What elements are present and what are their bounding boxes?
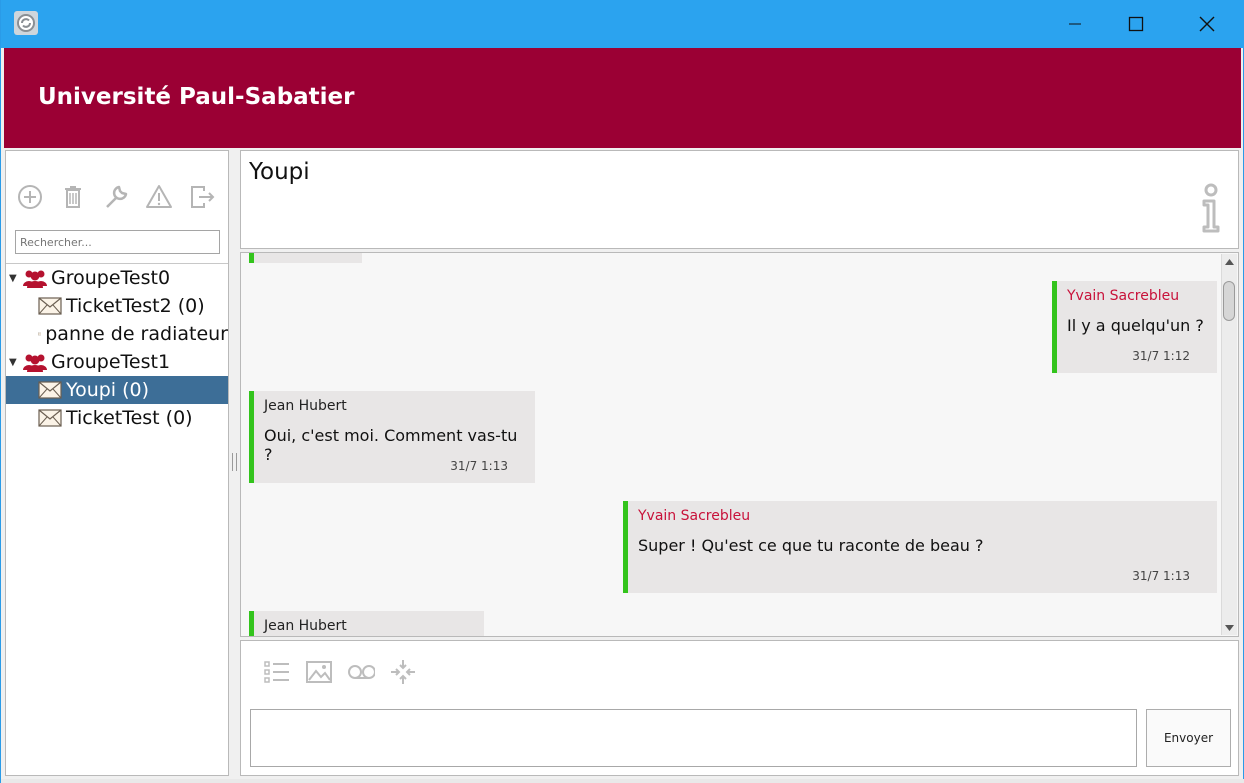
message-bubble-own: Yvain Sacrebleu Il y a quelqu'un ? 31/7 …: [1052, 281, 1217, 373]
message-composer: Envoyer: [240, 640, 1239, 776]
close-icon: [1199, 16, 1215, 32]
scroll-down-button[interactable]: [1222, 620, 1237, 635]
message-scrollbar[interactable]: [1221, 254, 1237, 635]
pane-splitter[interactable]: [229, 150, 239, 776]
trash-icon: [65, 186, 81, 208]
ticket-sidebar: ▼ GroupeTest0 TicketTest2 (0) panne de r…: [5, 150, 229, 776]
minimize-icon: [1069, 23, 1081, 25]
info-icon[interactable]: [1198, 183, 1224, 233]
voicemail-icon: [348, 665, 375, 679]
sidebar-toolbar: [16, 183, 216, 213]
tree-ticket-row[interactable]: TicketTest2 (0): [6, 292, 228, 320]
tree-group-row[interactable]: ▼ GroupeTest1: [6, 348, 228, 376]
settings-button[interactable]: [102, 183, 130, 211]
message-input[interactable]: [250, 709, 1137, 767]
tree-ticket-row[interactable]: TicketTest (0): [6, 404, 228, 432]
tree-ticket-label: TicketTest2 (0): [66, 295, 205, 317]
message-author: Yvain Sacrebleu: [638, 508, 751, 524]
conversation-title: Youpi: [249, 159, 310, 185]
minimize-button[interactable]: [1052, 4, 1098, 44]
exit-button[interactable]: [188, 183, 216, 211]
mail-icon: [38, 297, 62, 315]
scroll-up-button[interactable]: [1222, 254, 1237, 269]
expanded-arrow-icon[interactable]: ▼: [9, 357, 19, 368]
header-title: Université Paul-Sabatier: [38, 84, 355, 110]
add-circle-icon: [18, 185, 42, 209]
message-list[interactable]: Yvain Sacrebleu Il y a quelqu'un ? 31/7 …: [240, 252, 1239, 637]
tree-ticket-label: TicketTest (0): [66, 407, 193, 429]
send-button[interactable]: Envoyer: [1146, 709, 1231, 767]
app-logo-icon: [14, 11, 38, 35]
university-banner: Université Paul-Sabatier: [4, 48, 1241, 148]
tree-group-label: GroupeTest0: [51, 267, 171, 289]
maximize-button[interactable]: [1113, 4, 1159, 44]
message-time: 31/7 1:13: [450, 459, 508, 473]
ticket-tree: ▼ GroupeTest0 TicketTest2 (0) panne de r…: [6, 263, 228, 432]
list-button[interactable]: [263, 658, 291, 686]
composer-toolbar: [263, 658, 417, 686]
add-button[interactable]: [16, 183, 44, 211]
message-bubble-own: Yvain Sacrebleu Super ! Qu'est ce que tu…: [623, 501, 1217, 593]
app-window: Université Paul-Sabatier ▼: [0, 0, 1244, 783]
message-author: Jean Hubert: [264, 618, 347, 634]
message-bubble-other-partial: Jean Hubert: [249, 611, 484, 636]
previous-message-fragment: [249, 253, 362, 263]
message-author: Jean Hubert: [264, 398, 347, 414]
tree-ticket-row-selected[interactable]: Youpi (0): [6, 376, 228, 404]
message-time: 31/7 1:12: [1132, 349, 1190, 363]
mail-icon: [38, 332, 42, 336]
tree-ticket-label: panne de radiateur: [45, 323, 228, 345]
tree-group-label: GroupeTest1: [51, 351, 171, 373]
message-bubble-other: Jean Hubert Oui, c'est moi. Comment vas-…: [249, 391, 535, 483]
tree-ticket-label: Youpi (0): [66, 379, 150, 401]
alert-button[interactable]: [145, 183, 173, 211]
warning-icon: [146, 185, 172, 208]
conversation-header: Youpi: [240, 150, 1239, 249]
splitter-grip[interactable]: [232, 453, 237, 471]
message-author: Yvain Sacrebleu: [1067, 288, 1180, 304]
title-bar: [1, 0, 1244, 48]
delete-button[interactable]: [59, 183, 87, 211]
scroll-up-icon: [1225, 258, 1234, 265]
tree-ticket-row[interactable]: panne de radiateur: [6, 320, 228, 348]
expanded-arrow-icon[interactable]: ▼: [9, 273, 19, 284]
window-bottom-edge: [1, 779, 1244, 783]
maximize-icon: [1128, 16, 1144, 32]
message-time: 31/7 1:13: [1132, 569, 1190, 583]
voicemail-button[interactable]: [347, 658, 375, 686]
group-icon: [23, 270, 47, 288]
scroll-thumb[interactable]: [1223, 281, 1235, 321]
image-icon: [306, 661, 332, 683]
message-text: Il y a quelqu'un ?: [1067, 316, 1204, 335]
group-icon: [23, 354, 47, 372]
tree-group-row[interactable]: ▼ GroupeTest0: [6, 264, 228, 292]
collapse-button[interactable]: [389, 658, 417, 686]
image-button[interactable]: [305, 658, 333, 686]
mail-icon: [38, 381, 62, 399]
wrench-icon: [106, 185, 128, 208]
exit-icon: [191, 186, 215, 208]
collapse-icon: [391, 660, 415, 684]
list-icon: [264, 661, 289, 683]
search-input[interactable]: [15, 230, 220, 254]
message-text: Super ! Qu'est ce que tu raconte de beau…: [638, 536, 984, 555]
close-button[interactable]: [1184, 4, 1230, 44]
scroll-down-icon: [1225, 624, 1234, 631]
mail-icon: [38, 409, 62, 427]
